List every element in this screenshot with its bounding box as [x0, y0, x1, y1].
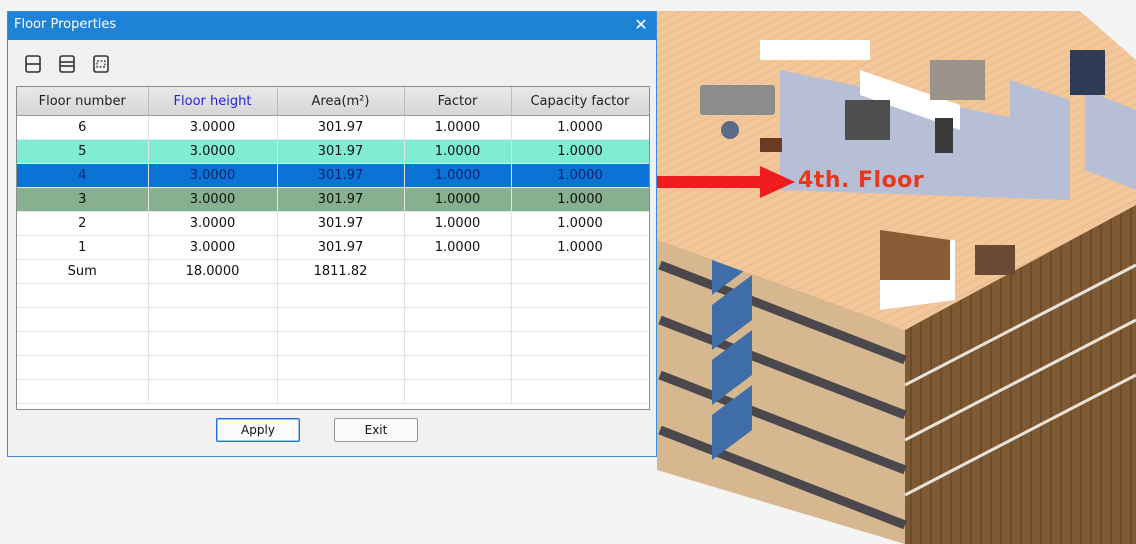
dialog-title: Floor Properties: [14, 17, 117, 32]
table-row-empty[interactable]: [17, 355, 649, 380]
cell[interactable]: 1.0000: [511, 187, 649, 212]
cell[interactable]: 6: [17, 115, 149, 140]
cell[interactable]: 3.0000: [148, 235, 278, 260]
table-row[interactable]: 1 3.0000 301.97 1.0000 1.0000: [17, 235, 649, 260]
cell[interactable]: [511, 259, 649, 284]
dialog-titlebar[interactable]: Floor Properties ✕: [8, 12, 656, 40]
table-row[interactable]: 2 3.0000 301.97 1.0000 1.0000: [17, 211, 649, 236]
cell[interactable]: 3.0000: [148, 187, 278, 212]
cell[interactable]: 301.97: [277, 187, 405, 212]
cell[interactable]: 1.0000: [404, 163, 512, 188]
cell[interactable]: [404, 259, 512, 284]
table-row-empty[interactable]: [17, 307, 649, 332]
cell[interactable]: 1.0000: [511, 115, 649, 140]
cell[interactable]: 2: [17, 211, 149, 236]
table-header-row: Floor number Floor height Area(m²) Facto…: [17, 87, 649, 116]
cell[interactable]: 1.0000: [511, 163, 649, 188]
cell[interactable]: 1.0000: [404, 187, 512, 212]
cell[interactable]: 1.0000: [404, 235, 512, 260]
cell[interactable]: 1811.82: [277, 259, 405, 284]
column-header-capacity-factor[interactable]: Capacity factor: [511, 87, 649, 116]
table-row-sum[interactable]: Sum 18.0000 1811.82: [17, 259, 649, 284]
cell[interactable]: 301.97: [277, 139, 405, 164]
cell[interactable]: 3.0000: [148, 211, 278, 236]
delete-floor-icon[interactable]: [92, 54, 110, 74]
cell[interactable]: 1.0000: [511, 235, 649, 260]
cell[interactable]: 301.97: [277, 163, 405, 188]
cell[interactable]: 1.0000: [511, 211, 649, 236]
insert-floor-icon[interactable]: [24, 54, 42, 74]
cell[interactable]: 301.97: [277, 235, 405, 260]
apply-button[interactable]: Apply: [216, 418, 300, 442]
table-row-selected[interactable]: 4 3.0000 301.97 1.0000 1.0000: [17, 163, 649, 188]
floor-properties-dialog: Floor Properties ✕ Floor number Floor he…: [7, 11, 657, 457]
cell[interactable]: Sum: [17, 259, 149, 284]
cell[interactable]: 1: [17, 235, 149, 260]
floor-table: Floor number Floor height Area(m²) Facto…: [16, 86, 650, 410]
cell[interactable]: 1.0000: [404, 139, 512, 164]
cell[interactable]: 4: [17, 163, 149, 188]
split-floor-icon[interactable]: [58, 54, 76, 74]
close-button[interactable]: ✕: [630, 14, 652, 36]
floor-callout-label: 4th. Floor: [798, 168, 925, 193]
cell[interactable]: 18.0000: [148, 259, 278, 284]
cell[interactable]: 301.97: [277, 211, 405, 236]
column-header-floor-height[interactable]: Floor height: [148, 87, 278, 116]
cell[interactable]: 1.0000: [511, 139, 649, 164]
table-row-empty[interactable]: [17, 283, 649, 308]
table-row-empty[interactable]: [17, 331, 649, 356]
column-header-area[interactable]: Area(m²): [277, 87, 405, 116]
cell[interactable]: 3.0000: [148, 139, 278, 164]
cell[interactable]: 1.0000: [404, 211, 512, 236]
cell[interactable]: 5: [17, 139, 149, 164]
column-header-floor-number[interactable]: Floor number: [17, 87, 149, 116]
table-row[interactable]: 5 3.0000 301.97 1.0000 1.0000: [17, 139, 649, 164]
column-header-factor[interactable]: Factor: [404, 87, 512, 116]
exit-button[interactable]: Exit: [334, 418, 418, 442]
cell[interactable]: 1.0000: [404, 115, 512, 140]
cell[interactable]: 3.0000: [148, 115, 278, 140]
table-row[interactable]: 3 3.0000 301.97 1.0000 1.0000: [17, 187, 649, 212]
cell[interactable]: 301.97: [277, 115, 405, 140]
cell[interactable]: 3.0000: [148, 163, 278, 188]
table-row-empty[interactable]: [17, 379, 649, 404]
cell[interactable]: 3: [17, 187, 149, 212]
table-row[interactable]: 6 3.0000 301.97 1.0000 1.0000: [17, 115, 649, 140]
